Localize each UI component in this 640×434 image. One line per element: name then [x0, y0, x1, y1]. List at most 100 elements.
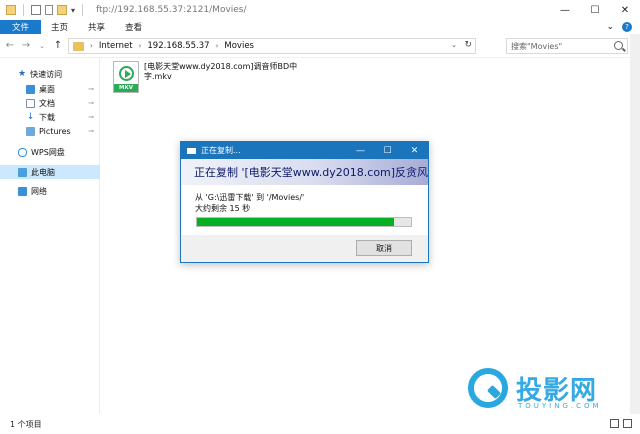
copy-progress-dialog: 正在复制... — ☐ ✕ 正在复制 '[电影天堂www.dy2018.com]…: [180, 141, 429, 263]
search-input[interactable]: 搜索"Movies": [506, 38, 628, 54]
file-name: [电影天堂www.dy2018.com]调音师BD中字.mkv: [144, 62, 298, 81]
tab-view[interactable]: 查看: [115, 20, 152, 34]
recent-chevron-icon[interactable]: ⌄: [36, 42, 48, 50]
tab-file[interactable]: 文件: [0, 20, 42, 34]
tab-share[interactable]: 共享: [78, 20, 115, 34]
forward-arrow-icon[interactable]: →: [20, 40, 32, 51]
watermark-logo: 投影网 TOUYING.COM: [468, 368, 618, 414]
search-icon[interactable]: [614, 41, 623, 50]
progress-bar: [196, 217, 412, 227]
nav-label: 此电脑: [31, 167, 55, 177]
dialog-maximize-button[interactable]: ☐: [374, 142, 401, 159]
title-bar: ▾ ftp://192.168.55.37:2121/Movies/ — ☐ ✕: [0, 0, 640, 20]
vertical-scrollbar[interactable]: [630, 34, 640, 414]
divider: [82, 4, 84, 16]
nav-downloads[interactable]: ↓ 下载 ⊸: [0, 110, 100, 124]
minimize-button[interactable]: —: [550, 0, 580, 20]
star-icon: ★: [18, 69, 27, 79]
logo-ring-icon: [468, 368, 508, 408]
file-item[interactable]: MKV [电影天堂www.dy2018.com]调音师BD中字.mkv: [113, 61, 303, 97]
nav-label: 网络: [31, 186, 47, 196]
computer-icon: [18, 167, 27, 177]
address-row: ← → ⌄ ↑ › Internet › 192.168.55.37 › Mov…: [0, 34, 640, 58]
progress-fill: [197, 218, 394, 226]
view-toggle: [610, 419, 632, 428]
window-controls: — ☐ ✕: [550, 0, 640, 20]
refresh-icon[interactable]: ↻: [464, 40, 472, 50]
nav-label: Pictures: [39, 126, 71, 136]
dialog-close-button[interactable]: ✕: [401, 142, 428, 159]
help-icon[interactable]: ?: [622, 22, 632, 32]
up-arrow-icon[interactable]: ↑: [52, 40, 64, 51]
pin-icon[interactable]: ⊸: [88, 127, 94, 135]
nav-network[interactable]: 网络: [0, 184, 100, 198]
cloud-icon: [18, 147, 27, 157]
new-folder-icon[interactable]: [57, 5, 67, 15]
nav-wps-cloud[interactable]: WPS网盘: [0, 145, 100, 159]
details-view-icon[interactable]: [610, 419, 619, 428]
file-type-tag: MKV: [114, 84, 138, 92]
nav-label: 下载: [39, 112, 55, 122]
breadcrumb-host[interactable]: 192.168.55.37: [147, 41, 209, 51]
maximize-button[interactable]: ☐: [580, 0, 610, 20]
dialog-window-controls: — ☐ ✕: [347, 142, 428, 159]
close-button[interactable]: ✕: [610, 0, 640, 20]
item-count: 1 个项目: [10, 419, 42, 429]
chevron-right-icon[interactable]: ›: [216, 42, 219, 50]
download-icon: ↓: [26, 111, 35, 122]
folder-icon: [73, 41, 84, 51]
search-placeholder: 搜索"Movies": [511, 41, 563, 51]
nav-desktop[interactable]: 桌面 ⊸: [0, 82, 100, 96]
address-dropdown-icon[interactable]: ⌄: [451, 41, 457, 49]
dialog-footer: 取消: [181, 235, 428, 262]
pin-icon[interactable]: ⊸: [88, 85, 94, 93]
nav-label: 快速访问: [30, 69, 63, 79]
copy-icon: [187, 147, 196, 154]
address-bar[interactable]: › Internet › 192.168.55.37 › Movies ⌄ ↻: [68, 38, 476, 54]
nav-documents[interactable]: 文档 ⊸: [0, 96, 100, 110]
back-arrow-icon[interactable]: ←: [4, 40, 16, 51]
nav-label: 桌面: [39, 84, 55, 94]
large-icons-view-icon[interactable]: [623, 419, 632, 428]
status-bar: 1 个项目: [0, 414, 640, 434]
dialog-header: 正在复制 '[电影天堂www.dy2018.com]反贪风暴4HD: [181, 159, 428, 185]
breadcrumb-internet[interactable]: Internet: [99, 41, 133, 51]
dialog-title-bar: 正在复制... — ☐ ✕: [181, 142, 428, 159]
explorer-window: ▾ ftp://192.168.55.37:2121/Movies/ — ☐ ✕…: [0, 0, 640, 434]
cancel-button[interactable]: 取消: [356, 240, 412, 256]
watermark-subtext: TOUYING.COM: [518, 402, 602, 410]
chevron-right-icon[interactable]: ›: [139, 42, 142, 50]
video-file-icon: MKV: [113, 61, 139, 93]
nav-label: 文档: [39, 98, 55, 108]
new-file-icon[interactable]: [45, 5, 53, 15]
divider: [23, 4, 24, 16]
quick-access-toolbar: ▾: [6, 4, 86, 16]
tab-home[interactable]: 主页: [41, 20, 78, 34]
pin-icon[interactable]: ⊸: [88, 113, 94, 121]
ribbon-tabs: 文件 主页 共享 查看 ⌄ ?: [0, 20, 640, 34]
copy-source-destination: 从 'G:\迅雷下载' 到 '/Movies/': [195, 193, 305, 202]
desktop-icon: [26, 84, 35, 94]
dialog-title: 正在复制...: [201, 146, 241, 155]
time-remaining: 大约剩余 15 秒: [195, 204, 251, 213]
nav-label: WPS网盘: [31, 147, 65, 157]
folder-icon[interactable]: [6, 5, 16, 15]
copy-heading: 正在复制 '[电影天堂www.dy2018.com]反贪风暴4HD: [194, 166, 428, 179]
network-icon: [18, 186, 27, 196]
dialog-minimize-button[interactable]: —: [347, 142, 374, 159]
pictures-icon: [26, 126, 35, 136]
pin-icon[interactable]: ⊸: [88, 99, 94, 107]
documents-icon: [26, 98, 35, 108]
breadcrumb-movies[interactable]: Movies: [224, 41, 254, 51]
nav-quick-access[interactable]: ★ 快速访问: [0, 67, 100, 81]
properties-icon[interactable]: [31, 5, 41, 15]
ribbon-right: ⌄ ?: [606, 20, 632, 34]
window-title: ftp://192.168.55.37:2121/Movies/: [96, 5, 247, 15]
nav-this-pc[interactable]: 此电脑: [0, 165, 100, 179]
play-icon: [119, 66, 134, 81]
chevron-right-icon[interactable]: ›: [90, 42, 93, 50]
navigation-pane: ★ 快速访问 桌面 ⊸ 文档 ⊸ ↓ 下载 ⊸ Pictures ⊸ WPS网盘: [0, 58, 100, 414]
nav-pictures[interactable]: Pictures ⊸: [0, 124, 100, 138]
customize-toolbar-icon[interactable]: ▾: [71, 6, 75, 15]
expand-ribbon-icon[interactable]: ⌄: [606, 22, 614, 32]
